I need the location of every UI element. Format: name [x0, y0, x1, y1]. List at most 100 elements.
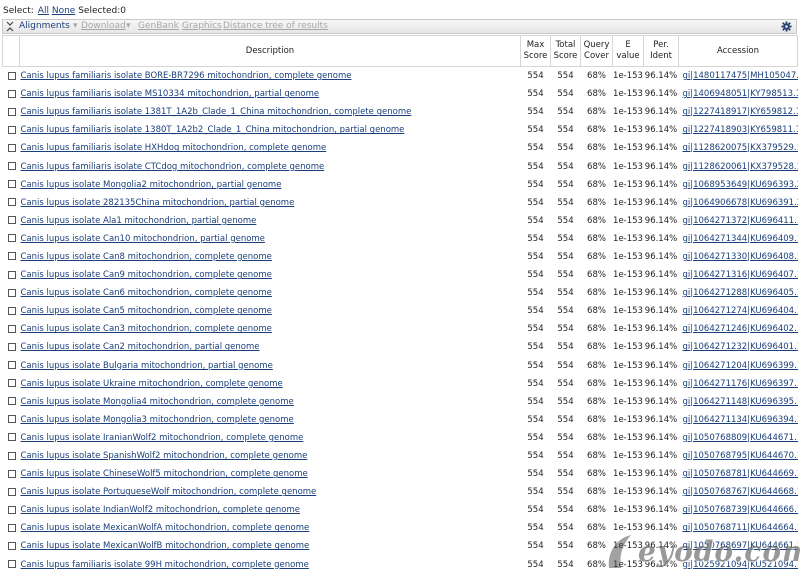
- row-select-cell[interactable]: [3, 121, 20, 139]
- description-link[interactable]: Canis lupus isolate Mongolia4 mitochondr…: [21, 397, 294, 407]
- distance-tree-link[interactable]: Distance tree of results: [223, 20, 328, 33]
- row-checkbox[interactable]: [7, 487, 16, 496]
- row-select-cell[interactable]: [3, 103, 20, 121]
- row-select-cell[interactable]: [3, 67, 20, 86]
- accession-link[interactable]: gi|1064906678|KU696391.2: [683, 198, 798, 208]
- accession-link[interactable]: gi|1227418917|KY659812.1: [683, 107, 798, 117]
- row-checkbox[interactable]: [7, 451, 16, 460]
- row-select-cell[interactable]: [3, 139, 20, 157]
- row-select-cell[interactable]: [3, 302, 20, 320]
- row-select-cell[interactable]: [3, 230, 20, 248]
- row-select-cell[interactable]: [3, 556, 20, 574]
- accession-link[interactable]: gi|1050768781|KU644669.1: [683, 469, 798, 479]
- description-link[interactable]: Canis lupus isolate Can8 mitochondrion, …: [21, 252, 272, 262]
- expand-icon[interactable]: [6, 21, 14, 32]
- accession-link[interactable]: gi|1064271274|KU696404.1: [683, 306, 798, 316]
- row-select-cell[interactable]: [3, 320, 20, 338]
- description-link[interactable]: Canis lupus isolate IndianWolf2 mitochon…: [21, 505, 301, 515]
- description-link[interactable]: Canis lupus isolate Can5 mitochondrion, …: [21, 306, 272, 316]
- description-link[interactable]: Canis lupus isolate Mongolia3 mitochondr…: [21, 415, 294, 425]
- accession-link[interactable]: gi|1064271288|KU696405.1: [683, 288, 798, 298]
- accession-link[interactable]: gi|1128620061|KX379528.1: [683, 162, 798, 172]
- description-link[interactable]: Canis lupus isolate Can2 mitochondrion, …: [21, 342, 260, 352]
- accession-link[interactable]: gi|1064271316|KU696407.1: [683, 270, 798, 280]
- accession-link[interactable]: gi|1050768739|KU644666.1: [683, 505, 798, 515]
- description-link[interactable]: Canis lupus familiaris isolate 1380T_1A2…: [21, 125, 405, 135]
- genbank-link[interactable]: GenBank: [138, 20, 179, 33]
- row-select-cell[interactable]: [3, 194, 20, 212]
- accession-link[interactable]: gi|1064271246|KU696402.1: [683, 324, 798, 334]
- accession-link[interactable]: gi|1064271232|KU696401.1: [683, 342, 798, 352]
- row-checkbox[interactable]: [7, 469, 16, 478]
- description-link[interactable]: Canis lupus isolate Can10 mitochondrion,…: [21, 234, 265, 244]
- description-link[interactable]: Canis lupus isolate IranianWolf2 mitocho…: [21, 433, 304, 443]
- row-select-cell[interactable]: [3, 338, 20, 356]
- description-link[interactable]: Canis lupus isolate Can9 mitochondrion, …: [21, 270, 272, 280]
- e-value-column-header[interactable]: Evalue: [612, 35, 644, 67]
- row-select-cell[interactable]: [3, 483, 20, 501]
- row-select-cell[interactable]: [3, 501, 20, 519]
- row-select-cell[interactable]: [3, 284, 20, 302]
- row-select-cell[interactable]: [3, 85, 20, 103]
- description-link[interactable]: Canis lupus isolate MexicanWolfB mitocho…: [21, 541, 310, 551]
- row-select-cell[interactable]: [3, 411, 20, 429]
- row-checkbox[interactable]: [7, 252, 16, 261]
- accession-link[interactable]: gi|1050768711|KU644664.1: [683, 523, 798, 533]
- accession-link[interactable]: gi|1064271148|KU696395.1: [683, 397, 798, 407]
- accession-link[interactable]: gi|1064271344|KU696409.1: [683, 234, 798, 244]
- row-checkbox[interactable]: [7, 379, 16, 388]
- accession-link[interactable]: gi|1227418903|KY659811.1: [683, 125, 798, 135]
- gear-icon[interactable]: [781, 21, 792, 32]
- description-link[interactable]: Canis lupus familiaris isolate 99H mitoc…: [21, 560, 309, 570]
- row-checkbox[interactable]: [7, 560, 16, 569]
- row-checkbox[interactable]: [7, 180, 16, 189]
- alignments-link[interactable]: Alignments: [19, 20, 70, 33]
- download-link[interactable]: Download: [81, 20, 126, 33]
- row-checkbox[interactable]: [7, 541, 16, 550]
- description-link[interactable]: Canis lupus isolate 282135China mitochon…: [21, 198, 295, 208]
- row-select-cell[interactable]: [3, 157, 20, 175]
- accession-link[interactable]: gi|1064271134|KU696394.1: [683, 415, 798, 425]
- row-checkbox[interactable]: [7, 505, 16, 514]
- description-link[interactable]: Canis lupus isolate ChineseWolf5 mitocho…: [21, 469, 308, 479]
- row-select-cell[interactable]: [3, 429, 20, 447]
- accession-link[interactable]: gi|1064271176|KU696397.1: [683, 379, 798, 389]
- per-ident-column-header[interactable]: Per. Ident: [643, 35, 679, 67]
- row-checkbox[interactable]: [7, 397, 16, 406]
- row-select-cell[interactable]: [3, 212, 20, 230]
- row-checkbox[interactable]: [7, 234, 16, 243]
- row-select-cell[interactable]: [3, 375, 20, 393]
- description-link[interactable]: Canis lupus familiaris isolate HXHdog mi…: [21, 143, 327, 153]
- row-checkbox[interactable]: [7, 324, 16, 333]
- description-link[interactable]: Canis lupus familiaris isolate MS10334 m…: [21, 89, 320, 99]
- description-link[interactable]: Canis lupus familiaris isolate CTCdog mi…: [21, 162, 325, 172]
- description-link[interactable]: Canis lupus familiaris isolate 1381T_1A2…: [21, 107, 412, 117]
- row-select-cell[interactable]: [3, 465, 20, 483]
- row-select-cell[interactable]: [3, 176, 20, 194]
- description-link[interactable]: Canis lupus isolate Can6 mitochondrion, …: [21, 288, 272, 298]
- accession-link[interactable]: gi|1064271204|KU696399.1: [683, 361, 798, 371]
- row-checkbox[interactable]: [7, 71, 16, 80]
- accession-link[interactable]: gi|1050768795|KU644670.1: [683, 451, 798, 461]
- row-select-cell[interactable]: [3, 537, 20, 555]
- row-checkbox[interactable]: [7, 107, 16, 116]
- description-link[interactable]: Canis lupus isolate Ala1 mitochondrion, …: [21, 216, 257, 226]
- row-checkbox[interactable]: [7, 361, 16, 370]
- accession-link[interactable]: gi|1064271330|KU696408.1: [683, 252, 798, 262]
- total-score-column-header[interactable]: Total Score: [550, 35, 581, 67]
- accession-column-header[interactable]: Accession: [678, 35, 798, 67]
- row-checkbox[interactable]: [7, 342, 16, 351]
- row-checkbox[interactable]: [7, 306, 16, 315]
- row-checkbox[interactable]: [7, 415, 16, 424]
- row-select-cell[interactable]: [3, 266, 20, 284]
- description-column-header[interactable]: Description: [19, 35, 521, 67]
- description-link[interactable]: Canis lupus isolate SpanishWolf2 mitocho…: [21, 451, 308, 461]
- row-select-cell[interactable]: [3, 248, 20, 266]
- accession-link[interactable]: gi|1406948051|KY798513.1: [683, 89, 798, 99]
- accession-link[interactable]: gi|1050768767|KU644668.1: [683, 487, 798, 497]
- accession-link[interactable]: gi|1025921094|KU521094.1: [683, 560, 798, 570]
- row-checkbox[interactable]: [7, 433, 16, 442]
- accession-link[interactable]: gi|1068953649|KU696393.2: [683, 180, 798, 190]
- description-link[interactable]: Canis lupus isolate PortugueseWolf mitoc…: [21, 487, 317, 497]
- row-checkbox[interactable]: [7, 216, 16, 225]
